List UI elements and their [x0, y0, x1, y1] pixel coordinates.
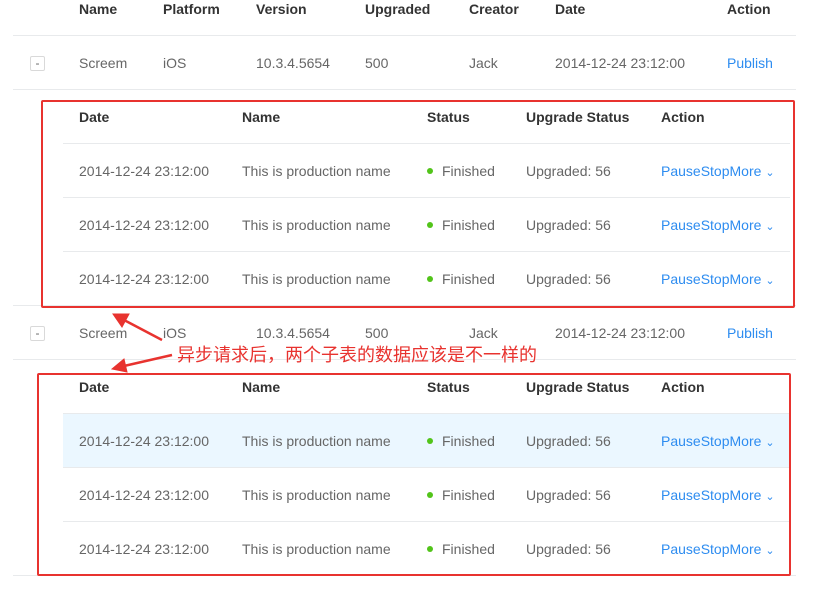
annotation-text: 异步请求后，两个子表的数据应该是不一样的: [177, 345, 537, 366]
annotation-arrows: [110, 313, 173, 373]
arrow-up-left-icon: [112, 313, 163, 342]
arrow-down-left-icon: [110, 353, 173, 373]
